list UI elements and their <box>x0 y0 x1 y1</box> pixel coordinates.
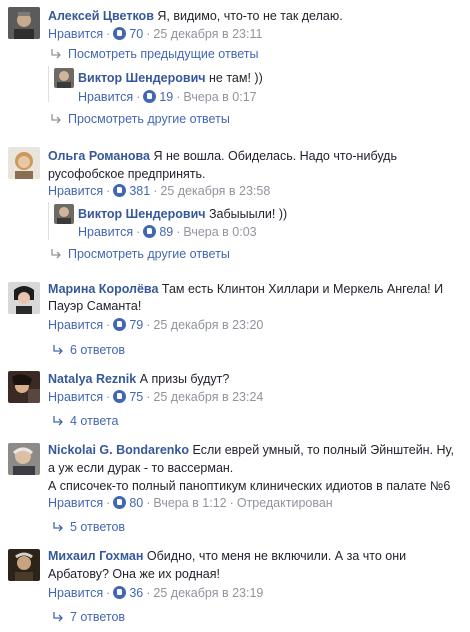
like-count[interactable]: 89 <box>159 225 173 239</box>
avatar[interactable] <box>8 282 40 314</box>
avatar[interactable] <box>8 147 40 179</box>
reply-text: Забыыыли! )) <box>209 207 288 221</box>
like-icon <box>113 390 127 403</box>
view-previous-replies-label: Посмотреть предыдущие ответы <box>68 47 259 61</box>
avatar[interactable] <box>8 549 40 581</box>
view-replies-link[interactable]: 4 ответа <box>52 412 118 430</box>
comment: Марина Королёва Там есть Клинтон Хиллари… <box>8 279 468 361</box>
avatar-image <box>8 443 40 475</box>
comment: Natalya Reznik А призы будут? Нравится · 7… <box>8 369 468 433</box>
avatar[interactable] <box>8 371 40 403</box>
comment-text: Я, видимо, что-то не так делаю. <box>157 9 343 23</box>
avatar-image <box>8 282 40 314</box>
reply-avatar[interactable] <box>54 68 74 88</box>
like-button[interactable]: Нравится <box>78 90 133 104</box>
view-replies-label: 6 ответов <box>70 343 126 357</box>
avatar[interactable] <box>8 7 40 39</box>
view-more-replies-label: Просмотреть другие ответы <box>68 112 230 126</box>
like-icon <box>113 496 127 509</box>
like-button[interactable]: Нравится <box>48 390 103 404</box>
comment-time[interactable]: 25 декабря в 23:24 <box>153 390 263 404</box>
like-count[interactable]: 70 <box>129 27 143 41</box>
like-icon <box>113 27 127 40</box>
view-replies-label: 4 ответа <box>70 414 119 428</box>
like-button[interactable]: Нравится <box>78 225 133 239</box>
reply-arrow-icon <box>52 416 64 426</box>
comment-text-line: а уж если дурак - то вассерман. <box>48 461 234 475</box>
like-count[interactable]: 381 <box>129 184 150 198</box>
comment-text-line: А списочек-то полный паноптикум клиничес… <box>48 479 451 493</box>
reply-arrow-icon <box>50 114 62 124</box>
like-button[interactable]: Нравится <box>48 496 103 510</box>
like-icon <box>113 318 127 331</box>
comment-text-line: Пауэр Саманта! <box>48 299 142 313</box>
comment-author[interactable]: Nickolai G. Bondarenko <box>48 443 189 457</box>
avatar-image <box>54 204 74 224</box>
like-button[interactable]: Нравится <box>48 318 103 332</box>
comment-author[interactable]: Михаил Гохман <box>48 549 143 563</box>
like-icon <box>113 184 127 197</box>
reply-time[interactable]: Вчера в 0:03 <box>183 225 256 239</box>
comment-author[interactable]: Марина Королёва <box>48 282 158 296</box>
reply-avatar[interactable] <box>54 204 74 224</box>
comment-time[interactable]: Вчера в 1:12 <box>153 496 226 510</box>
like-count[interactable]: 19 <box>159 90 173 104</box>
like-button[interactable]: Нравится <box>48 586 103 600</box>
comment-time[interactable]: 25 декабря в 23:11 <box>153 27 262 41</box>
like-button[interactable]: Нравится <box>48 184 103 198</box>
comment-text: Если еврей умный, то полный Эйнштейн. Ну… <box>192 443 455 457</box>
view-replies-link[interactable]: 5 ответов <box>52 518 125 536</box>
reply-author[interactable]: Виктор Шендерович <box>78 71 206 85</box>
like-icon <box>143 90 157 103</box>
comment: Ольга Романова Я не вошла. Обиделась. На… <box>8 144 468 264</box>
comment-text: А призы будут? <box>139 372 230 386</box>
comment-author[interactable]: Ольга Романова <box>48 149 150 163</box>
comment-text-line: Арбатову? Она же их родная! <box>48 567 220 581</box>
comment-author[interactable]: Алексей Цветков <box>48 9 154 23</box>
avatar-image <box>8 371 40 403</box>
comment-text: Там есть Клинтон Хиллари и Меркель Ангел… <box>161 282 444 296</box>
comment-text-line: русофобское предпринять. <box>48 167 206 181</box>
comment-text: Я не вошла. Обиделась. Надо что-нибудь <box>153 149 397 163</box>
like-icon <box>113 586 127 599</box>
view-replies-link[interactable]: 7 ответов <box>52 608 125 626</box>
reply-arrow-icon <box>52 522 64 532</box>
like-icon <box>143 225 157 238</box>
view-replies-label: 5 ответов <box>70 520 126 534</box>
comment-time[interactable]: 25 декабря в 23:58 <box>160 184 270 198</box>
avatar-image <box>8 549 40 581</box>
reply-time[interactable]: Вчера в 0:17 <box>183 90 256 104</box>
comment: Nickolai G. Bondarenko Если еврей умный,… <box>8 441 470 539</box>
comment: Михаил Гохман Обидно, что меня не включи… <box>8 547 468 629</box>
view-more-replies-link[interactable]: Просмотреть другие ответы <box>50 245 230 263</box>
reply-author[interactable]: Виктор Шендерович <box>78 207 206 221</box>
like-count[interactable]: 36 <box>129 586 143 600</box>
comment-time[interactable]: 25 декабря в 23:20 <box>153 318 263 332</box>
reply-arrow-icon <box>52 345 64 355</box>
reply-arrow-icon <box>50 249 62 259</box>
like-count[interactable]: 75 <box>129 390 143 404</box>
avatar-image <box>54 68 74 88</box>
reply-arrow-icon <box>50 49 62 59</box>
view-more-replies-label: Просмотреть другие ответы <box>68 247 230 261</box>
comment-author[interactable]: Natalya Reznik <box>48 372 136 386</box>
avatar-image <box>8 147 40 179</box>
like-count[interactable]: 80 <box>129 496 143 510</box>
view-replies-link[interactable]: 6 ответов <box>52 341 125 359</box>
comment-text: Обидно, что меня не включили. А за что о… <box>146 549 407 563</box>
comment-time[interactable]: 25 декабря в 23:19 <box>153 586 263 600</box>
like-count[interactable]: 79 <box>129 318 143 332</box>
view-more-replies-link[interactable]: Просмотреть другие ответы <box>50 110 230 128</box>
reply-arrow-icon <box>52 612 64 622</box>
reply-text: не там! )) <box>209 71 263 85</box>
edited-label[interactable]: Отредактирован <box>237 496 333 510</box>
view-previous-replies-link[interactable]: Посмотреть предыдущие ответы <box>50 45 258 63</box>
view-replies-label: 7 ответов <box>70 610 126 624</box>
like-button[interactable]: Нравится <box>48 27 103 41</box>
avatar-image <box>8 7 40 39</box>
comment: Алексей Цветков Я, видимо, что-то не так… <box>8 4 468 132</box>
avatar[interactable] <box>8 443 40 475</box>
